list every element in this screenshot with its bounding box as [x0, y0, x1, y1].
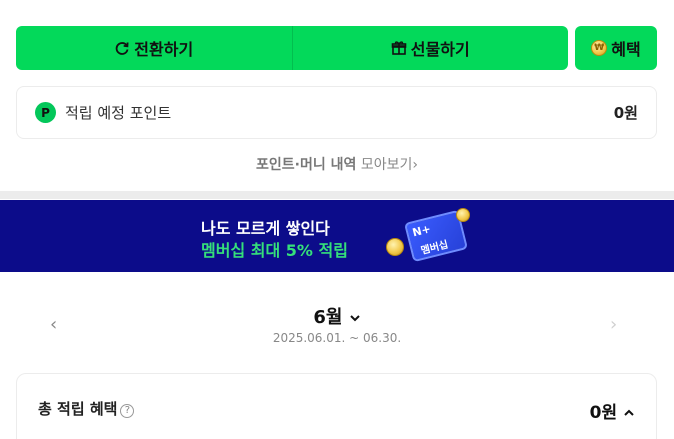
convert-button[interactable]: 전환하기 [16, 26, 292, 70]
total-value: 0원 [589, 403, 618, 423]
total-benefit-card: 총 적립 혜택? 0원 [16, 373, 657, 439]
banner-line1: 나도 모르게 쌓인다 [201, 219, 330, 238]
chevron-up-icon [624, 409, 634, 416]
benefit-label: 혜택 [611, 40, 641, 59]
gift-label: 선물하기 [410, 40, 470, 59]
points-label: 적립 예정 포인트 [65, 104, 172, 122]
chevron-down-icon [349, 315, 360, 322]
benefit-button[interactable]: ₩ 혜택 [575, 26, 657, 70]
chevron-right-icon: › [412, 157, 418, 173]
total-benefit-label: 총 적립 혜택? [38, 398, 135, 419]
action-button-group: 전환하기 선물하기 [16, 26, 568, 70]
points-value: 0원 [613, 104, 638, 122]
banner-line2: 멤버십 최대 5% 적립 [201, 241, 348, 260]
points-icon: P [35, 102, 56, 123]
month-range: 2025.06.01. ~ 06.30. [272, 331, 402, 345]
help-icon[interactable]: ? [120, 403, 135, 418]
refresh-icon [116, 42, 129, 55]
chevron-right-icon[interactable]: › [610, 314, 617, 335]
coin-icon [386, 238, 404, 256]
coin-icon [456, 208, 470, 222]
convert-label: 전환하기 [134, 40, 194, 59]
top-actions: 전환하기 선물하기 ₩ 혜택 [16, 26, 657, 70]
total-benefit-toggle[interactable]: 0원 [590, 398, 635, 423]
gift-button[interactable]: 선물하기 [293, 26, 569, 70]
section-divider [0, 191, 674, 199]
coin-icon: ₩ [591, 40, 608, 56]
expected-points-card: P 적립 예정 포인트 0원 [16, 86, 657, 139]
history-link[interactable]: 포인트·머니 내역 모아보기› [0, 154, 674, 174]
month-selector[interactable]: 6월 [0, 303, 674, 329]
history-link-strong: 포인트·머니 내역 [256, 157, 357, 173]
membership-banner[interactable]: 나도 모르게 쌓인다 멤버십 최대 5% 적립 N+ 멤버십 [0, 200, 674, 272]
card-text: 멤버십 [419, 239, 450, 257]
card-np: N+ [411, 222, 433, 240]
total-label-text: 총 적립 혜택 [38, 400, 118, 418]
month-label: 6월 [313, 307, 343, 328]
history-link-rest: 모아보기 [356, 157, 413, 173]
gift-icon [391, 41, 407, 55]
month-navigator: ‹ 6월 2025.06.01. ~ 06.30. › [0, 300, 674, 350]
